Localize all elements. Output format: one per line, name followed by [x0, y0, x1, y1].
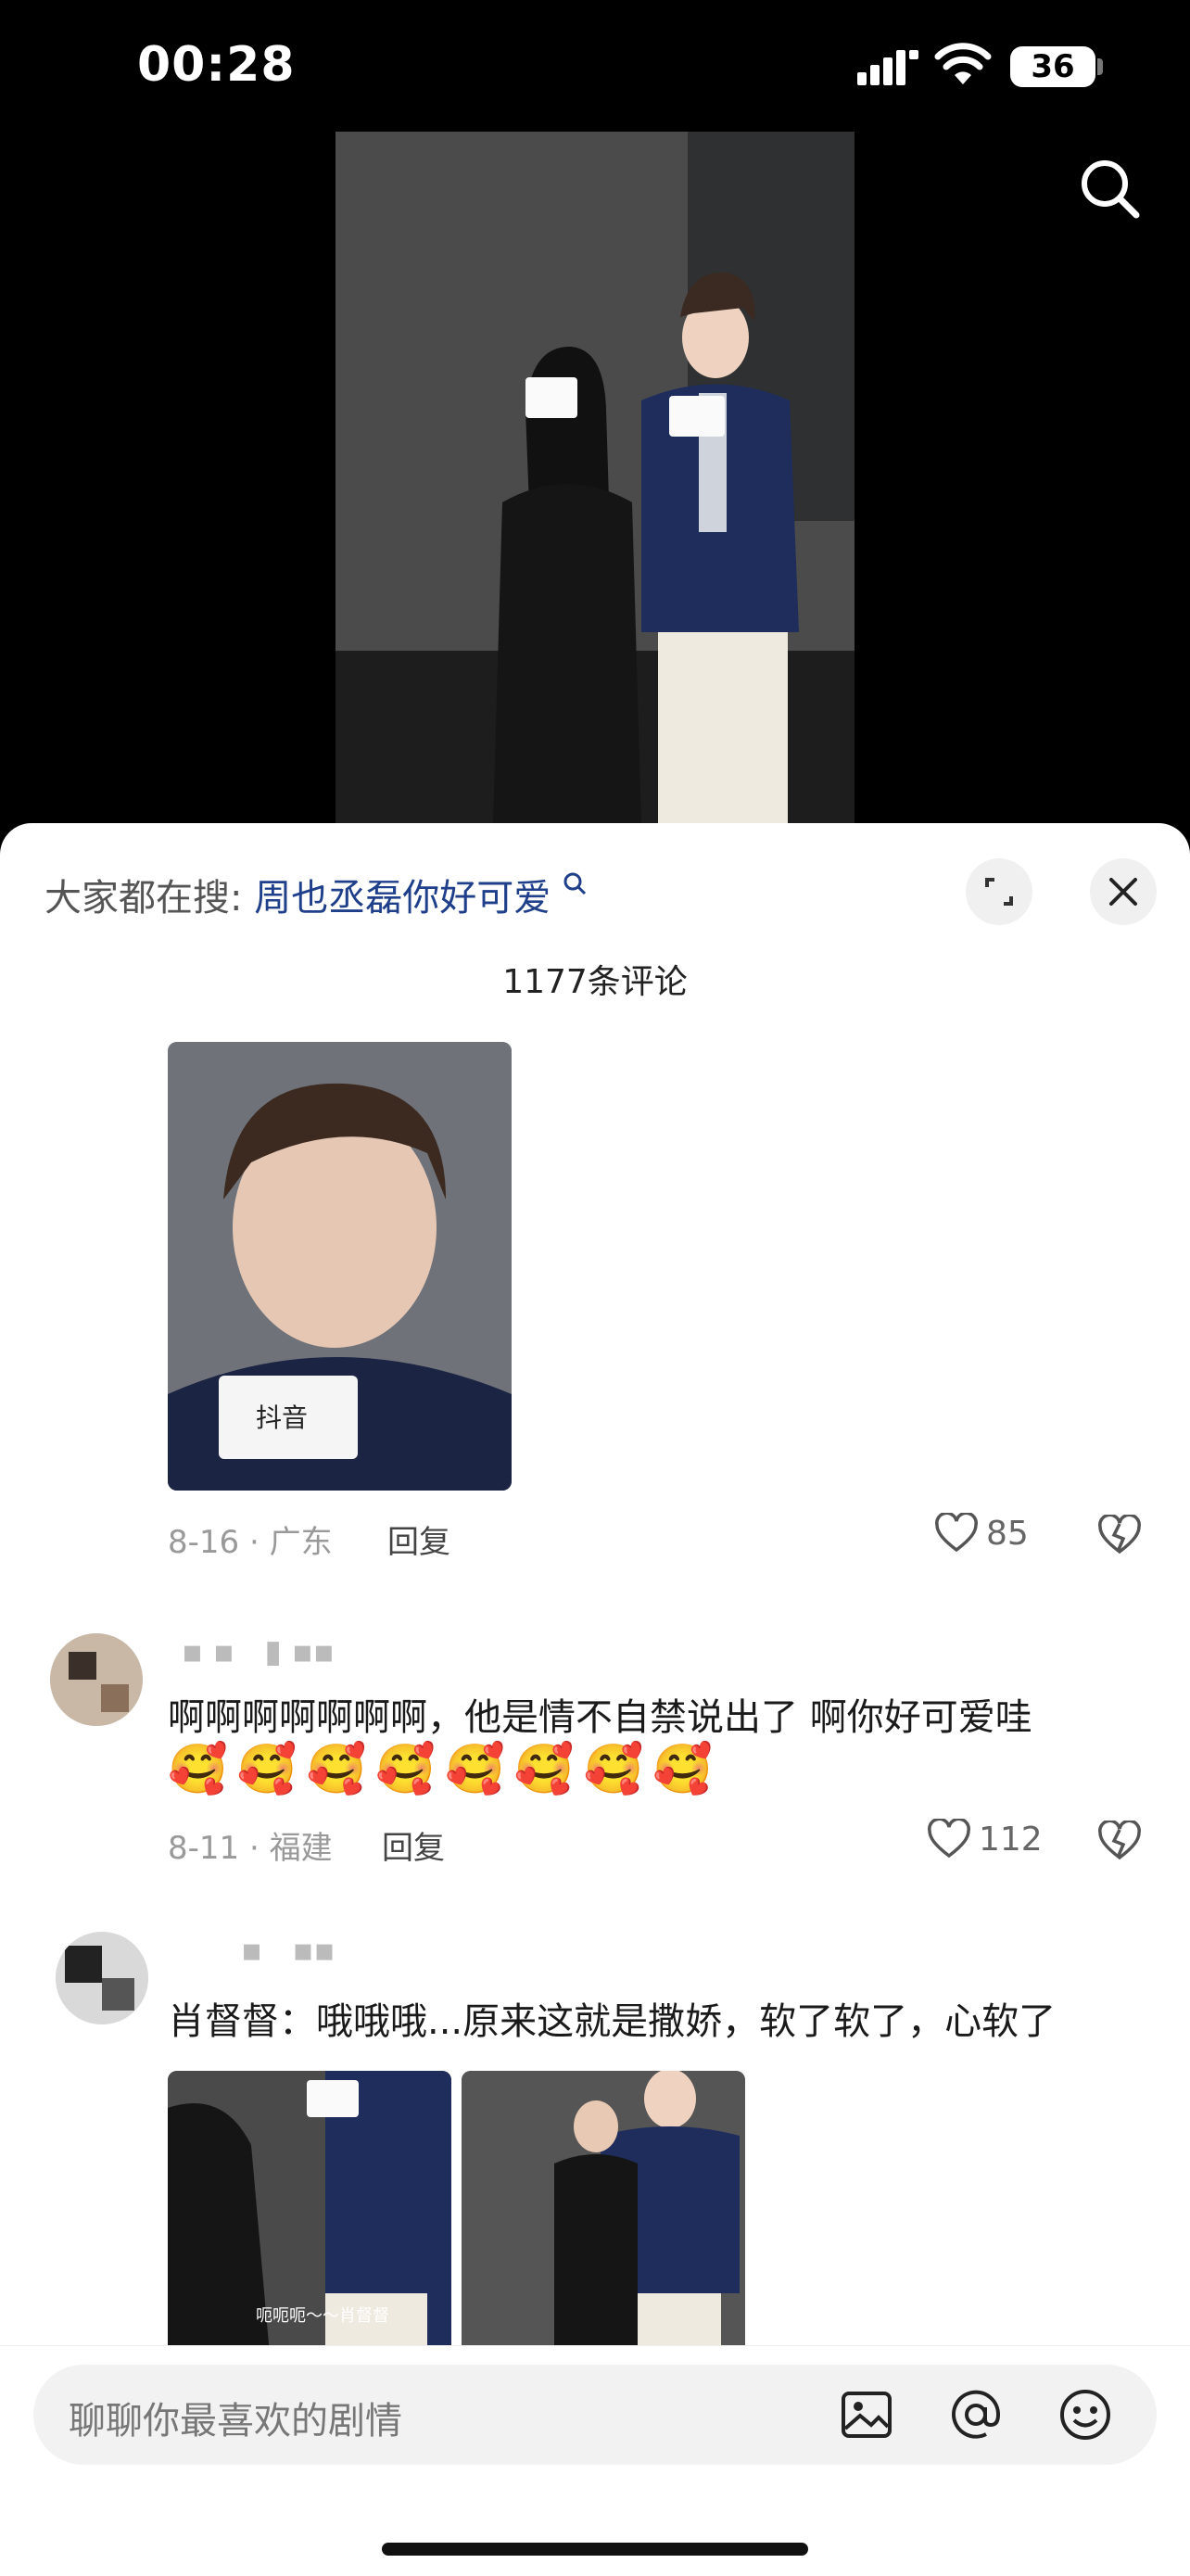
- thumbnail-image: 呃呃呃～～肖督督: [168, 2071, 451, 2354]
- comment-input[interactable]: 聊聊你最喜欢的剧情: [33, 2365, 1157, 2465]
- trending-search[interactable]: 大家都在搜: 周也丞磊你好可爱: [44, 868, 587, 921]
- emoji: 🥰: [652, 1742, 713, 1797]
- emoji: 🥰: [236, 1742, 298, 1797]
- dislike-icon[interactable]: [1097, 1821, 1142, 1861]
- status-bar: 00:28 36: [0, 0, 1190, 139]
- thumbnail-image: [462, 2071, 745, 2354]
- battery-nub: [1097, 58, 1103, 75]
- wifi-icon: [934, 43, 992, 84]
- close-icon: [1109, 878, 1137, 906]
- dislike-icon[interactable]: [1097, 1515, 1142, 1555]
- close-button[interactable]: [1090, 858, 1157, 925]
- mention-icon[interactable]: [949, 2388, 1003, 2442]
- emoji: 🥰: [168, 1742, 228, 1797]
- comment-image-content: 抖音: [168, 1042, 512, 1491]
- svg-text:抖音: 抖音: [256, 1402, 308, 1433]
- comment-text: 肖督督：哦哦哦...原来这就是撒娇，软了软了，心软了: [168, 2000, 1057, 2043]
- emoji-icon[interactable]: [1058, 2388, 1112, 2442]
- comment-image[interactable]: 抖音: [168, 1042, 512, 1491]
- comment-date-location: 8-16 · 广东: [168, 1524, 333, 1561]
- comment-input-placeholder: 聊聊你最喜欢的剧情: [69, 2400, 402, 2443]
- username-blurred[interactable]: ▪︎ ▪︎ ▮ ▪︎▪︎: [182, 1633, 335, 1670]
- heart-icon: [928, 1819, 970, 1859]
- emoji-row: 🥰 🥰 🥰 🥰 🥰 🥰 🥰 🥰: [168, 1741, 713, 1797]
- comment-text: 啊啊啊啊啊啊啊，他是情不自禁说出了 啊你好可爱哇: [168, 1696, 1032, 1739]
- reply-button[interactable]: 回复: [382, 1822, 445, 1868]
- like-count: 112: [979, 1820, 1043, 1859]
- like-count: 85: [986, 1514, 1029, 1553]
- heart-icon: [935, 1513, 978, 1553]
- emoji: 🥰: [513, 1742, 575, 1797]
- avatar[interactable]: [50, 1633, 143, 1726]
- username-blurred[interactable]: ▪︎ ▪︎▪︎: [241, 1932, 335, 1969]
- avatar-image: [50, 1633, 143, 1726]
- emoji: 🥰: [375, 1742, 436, 1797]
- thumbnail-caption: 呃呃呃～～肖督督: [256, 2306, 389, 2326]
- comments-sheet: 大家都在搜: 周也丞磊你好可爱 1177条评论 抖音 8-16 · 广东 回复: [0, 823, 1190, 2575]
- comment-thumbnail[interactable]: 呃呃呃～～肖督督: [168, 2071, 451, 2354]
- avatar-image: [56, 1932, 148, 2024]
- clock: 00:28: [137, 37, 296, 93]
- expand-icon: [985, 878, 1013, 906]
- comment-input-bar: 聊聊你最喜欢的剧情: [0, 2345, 1190, 2576]
- battery-level: 36: [1031, 48, 1075, 85]
- battery-icon: 36: [1010, 46, 1095, 87]
- reply-button[interactable]: 回复: [387, 1516, 450, 1562]
- avatar[interactable]: [56, 1932, 148, 2024]
- emoji: 🥰: [306, 1742, 367, 1797]
- trending-label: 大家都在搜:: [44, 877, 243, 920]
- home-indicator: [382, 2543, 808, 2556]
- emoji: 🥰: [583, 1742, 644, 1797]
- comment-date-location: 8-11 · 福建: [168, 1830, 333, 1867]
- comment-count: 1177条评论: [502, 963, 688, 1001]
- search-icon[interactable]: [1077, 156, 1144, 222]
- video-player[interactable]: [335, 132, 855, 825]
- like-button[interactable]: 112: [927, 1819, 1043, 1859]
- small-search-icon: [563, 872, 586, 895]
- video-frame: [335, 132, 855, 825]
- comment-thumbnail[interactable]: [462, 2071, 745, 2354]
- image-icon[interactable]: [840, 2388, 893, 2442]
- cellular-signal-icon: [857, 50, 918, 85]
- emoji: 🥰: [445, 1742, 505, 1797]
- trending-query[interactable]: 周也丞磊你好可爱: [254, 877, 551, 920]
- like-button[interactable]: 85: [934, 1513, 1029, 1554]
- expand-button[interactable]: [966, 858, 1032, 925]
